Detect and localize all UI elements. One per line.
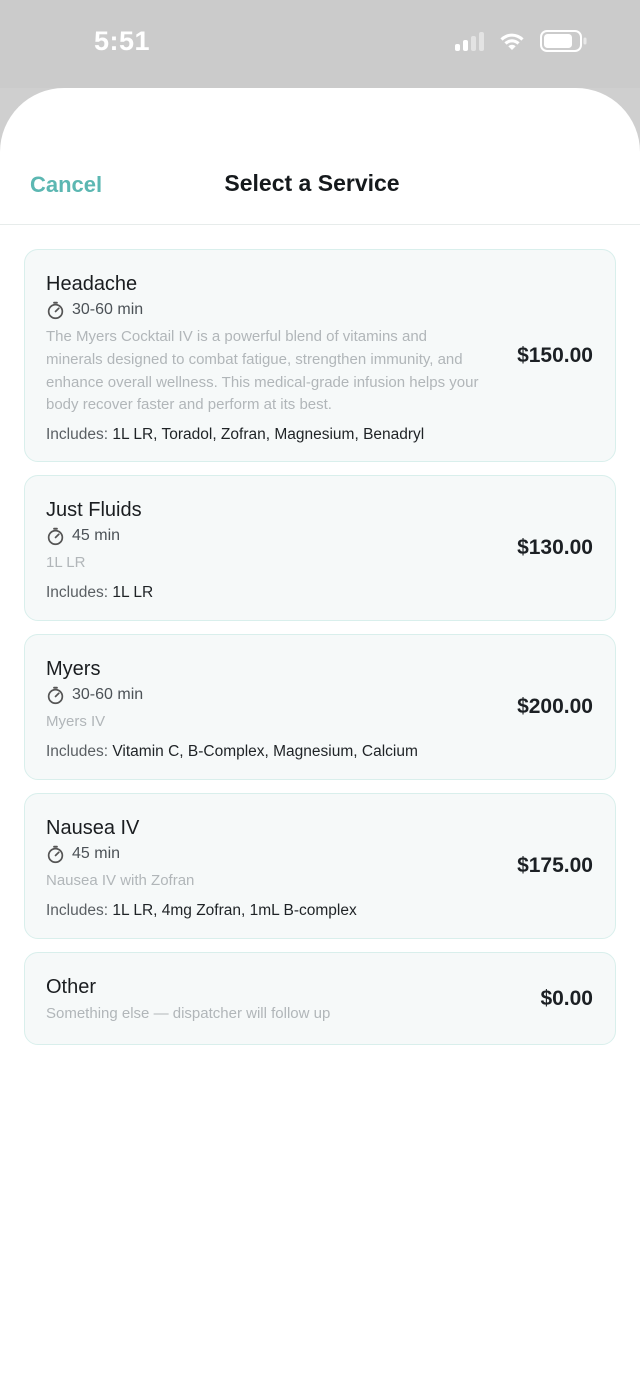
service-duration: 45 min	[46, 843, 485, 865]
service-price: $175.00	[517, 854, 593, 877]
service-duration: 30-60 min	[46, 684, 485, 706]
includes-label: Includes:	[46, 583, 109, 601]
service-name: Myers	[46, 658, 101, 680]
includes-label: Includes:	[46, 426, 109, 444]
service-includes: Includes: Vitamin C, B-Complex, Magnesiu…	[46, 741, 485, 763]
service-description: The Myers Cocktail IV is a powerful blen…	[46, 328, 479, 414]
service-name: Just Fluids	[46, 499, 142, 521]
status-bar: 5:51	[0, 0, 640, 88]
stopwatch-icon	[47, 686, 64, 704]
stopwatch-icon	[47, 301, 64, 319]
status-time: 5:51	[94, 26, 151, 56]
duration-text: 45 min	[72, 845, 121, 862]
service-price: $0.00	[540, 986, 593, 1010]
duration-text: 30-60 min	[72, 301, 144, 318]
service-name: Headache	[46, 273, 138, 295]
service-card-nausea-iv[interactable]: Nausea IV 45 min Nausea IV with Zofran I…	[24, 793, 616, 939]
service-price: $150.00	[517, 343, 593, 367]
service-card-headache[interactable]: Headache 30-60 min The Myers Cocktail IV…	[24, 249, 616, 462]
service-description: Myers IV	[46, 713, 106, 730]
service-duration: 45 min	[46, 525, 485, 547]
service-name: Other	[46, 976, 97, 998]
stopwatch-icon	[47, 845, 64, 863]
service-card-other[interactable]: Other Something else — dispatcher will f…	[24, 952, 616, 1045]
service-price: $130.00	[517, 536, 593, 559]
includes-label: Includes:	[46, 742, 109, 760]
service-price: $200.00	[517, 695, 593, 718]
nav-bar: Cancel Select a Service	[0, 158, 640, 225]
battery-icon	[540, 30, 587, 52]
service-list: Headache 30-60 min The Myers Cocktail IV…	[24, 249, 616, 1058]
service-includes: Includes: 1L LR, 4mg Zofran, 1mL B-compl…	[46, 900, 485, 922]
includes-value: 1L LR, 4mg Zofran, 1mL B-complex	[112, 901, 357, 919]
stopwatch-icon	[47, 527, 64, 545]
duration-text: 30-60 min	[72, 686, 144, 703]
includes-value: 1L LR	[112, 583, 154, 601]
wifi-icon	[500, 33, 524, 50]
includes-label: Includes:	[46, 901, 109, 919]
service-sheet: Cancel Select a Service Headache 30-60 m…	[0, 88, 640, 1387]
duration-text: 45 min	[72, 527, 121, 544]
includes-value: 1L LR, Toradol, Zofran, Magnesium, Benad…	[112, 426, 425, 444]
service-includes: Includes: 1L LR	[46, 582, 485, 604]
service-card-myers[interactable]: Myers 30-60 min Myers IV Includes: Vitam…	[24, 634, 616, 780]
cellular-signal-icon	[455, 31, 484, 51]
page-title: Select a Service	[224, 170, 400, 196]
service-card-just-fluids[interactable]: Just Fluids 45 min 1L LR Includes: 1L LR…	[24, 475, 616, 621]
service-name: Nausea IV	[46, 817, 140, 839]
service-duration: 30-60 min	[46, 299, 485, 321]
status-icons	[455, 30, 588, 52]
includes-value: Vitamin C, B-Complex, Magnesium, Calcium	[112, 742, 418, 760]
service-description: Something else — dispatcher will follow …	[46, 1005, 331, 1022]
service-description: 1L LR	[46, 554, 86, 571]
service-description: Nausea IV with Zofran	[46, 872, 195, 889]
service-includes: Includes: 1L LR, Toradol, Zofran, Magnes…	[46, 424, 485, 446]
